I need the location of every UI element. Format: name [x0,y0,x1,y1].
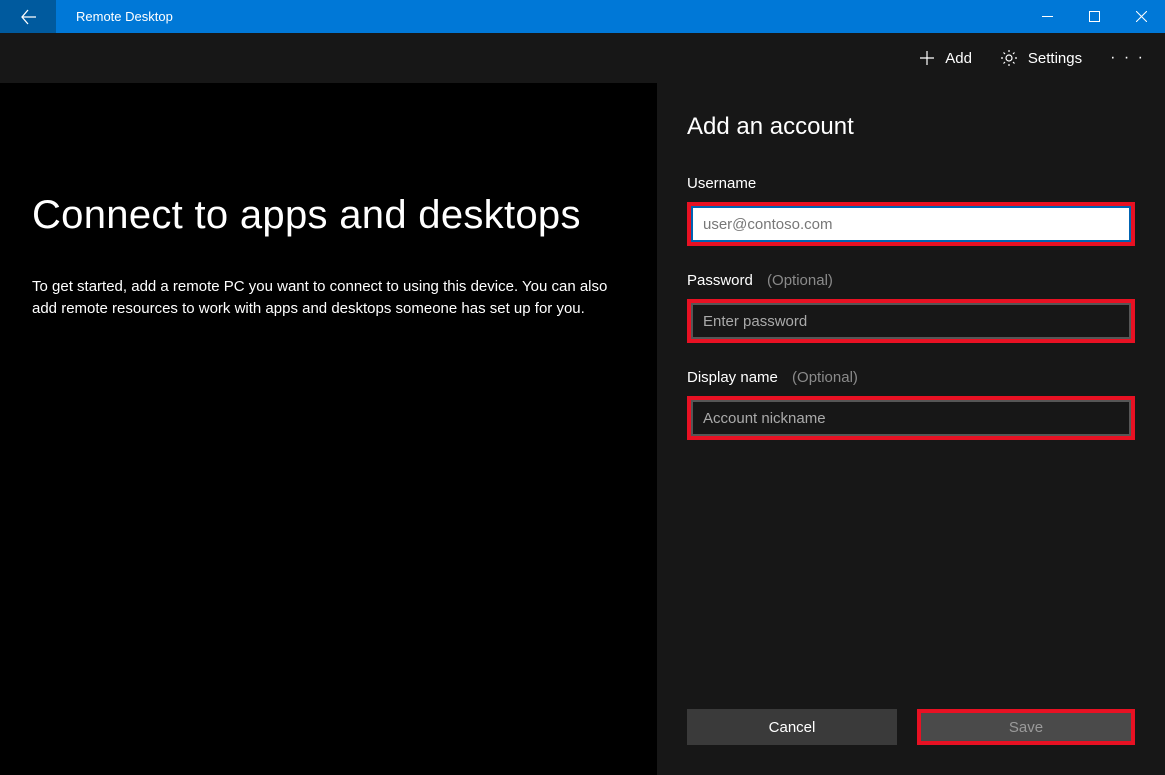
welcome-description: To get started, add a remote PC you want… [32,276,625,320]
cancel-button[interactable]: Cancel [687,709,897,745]
gear-icon [1000,49,1018,67]
displayname-hint: (Optional) [782,369,858,386]
back-arrow-icon [19,8,37,26]
password-input[interactable] [691,303,1131,339]
maximize-icon [1089,11,1100,22]
password-label: Password [687,272,753,289]
save-button[interactable]: Save [921,713,1131,741]
displayname-label: Display name [687,369,778,386]
username-input[interactable] [691,206,1131,242]
username-group: Username [687,175,1135,246]
maximize-button[interactable] [1071,0,1118,33]
plus-icon [919,50,935,66]
panel-title: Add an account [687,113,1135,141]
back-button[interactable] [0,0,56,33]
displayname-group: Display name (Optional) [687,369,1135,440]
password-highlight [687,299,1135,343]
settings-button[interactable]: Settings [986,33,1096,83]
minimize-button[interactable] [1024,0,1071,33]
toolbar: Add Settings · · · [0,33,1165,83]
main-area: Connect to apps and desktops To get star… [0,83,1165,775]
username-label: Username [687,175,1135,192]
displayname-input[interactable] [691,400,1131,436]
add-label: Add [945,50,972,67]
more-button[interactable]: · · · [1096,33,1159,83]
username-highlight [687,202,1135,246]
titlebar: Remote Desktop [0,0,1165,33]
settings-label: Settings [1028,50,1082,67]
password-hint: (Optional) [757,272,833,289]
add-account-panel: Add an account Username Password (Option… [657,83,1165,775]
add-button[interactable]: Add [905,33,986,83]
close-icon [1136,11,1147,22]
welcome-pane: Connect to apps and desktops To get star… [0,83,657,775]
save-highlight: Save [917,709,1135,745]
ellipsis-icon: · · · [1110,49,1145,67]
password-group: Password (Optional) [687,272,1135,343]
minimize-icon [1042,11,1053,22]
displayname-highlight [687,396,1135,440]
app-title: Remote Desktop [56,9,173,24]
panel-button-row: Cancel Save [687,709,1135,745]
welcome-heading: Connect to apps and desktops [32,193,625,238]
close-button[interactable] [1118,0,1165,33]
